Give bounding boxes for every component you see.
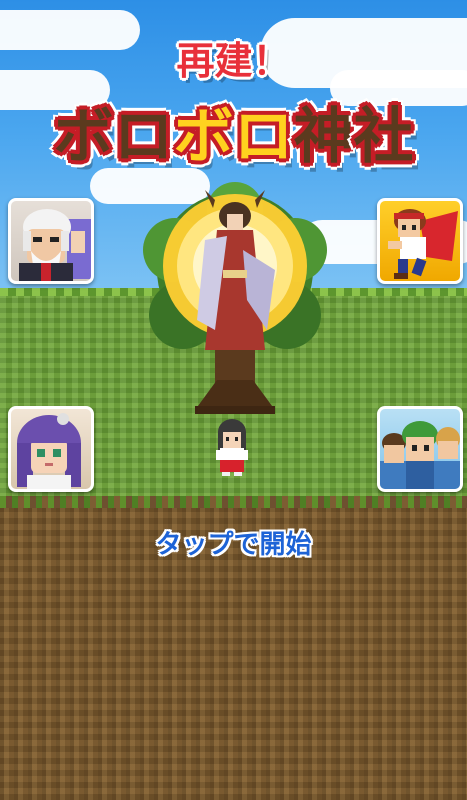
title-char: ロ [233,102,294,172]
shrine-maiden-character [212,418,252,476]
grass-dirt-border [0,496,467,508]
game-title-screen[interactable]: 再建！ ボロボロ神社 タップで開始 [0,0,467,800]
sacred-tree-icon [143,182,327,414]
tap-to-start-prompt[interactable]: タップで開始 [0,524,467,561]
title-subtitle: 再建！ [176,39,291,83]
sacred-tree-with-deity [135,180,335,420]
title-char: 社 [353,102,414,172]
old-man-game-button[interactable] [8,198,94,284]
shrine-maiden-sprite-icon [216,419,248,476]
villagers-group-game-button[interactable] [377,406,463,492]
purple-hair-girl-portrait-icon [17,413,81,489]
hero-runner-game-button[interactable] [377,198,463,284]
title-char: ボ [53,102,114,172]
old-man-portrait-icon [19,209,91,281]
title-char: ロ [113,102,174,172]
running-hero-portrait-icon [388,209,458,279]
purple-hair-girl-game-button[interactable] [8,406,94,492]
game-title-logo: ボロボロ神社 [0,88,467,175]
villagers-group-portrait-icon [380,421,460,489]
title-char: 神 [293,102,354,172]
title-char: ボ [173,102,234,172]
